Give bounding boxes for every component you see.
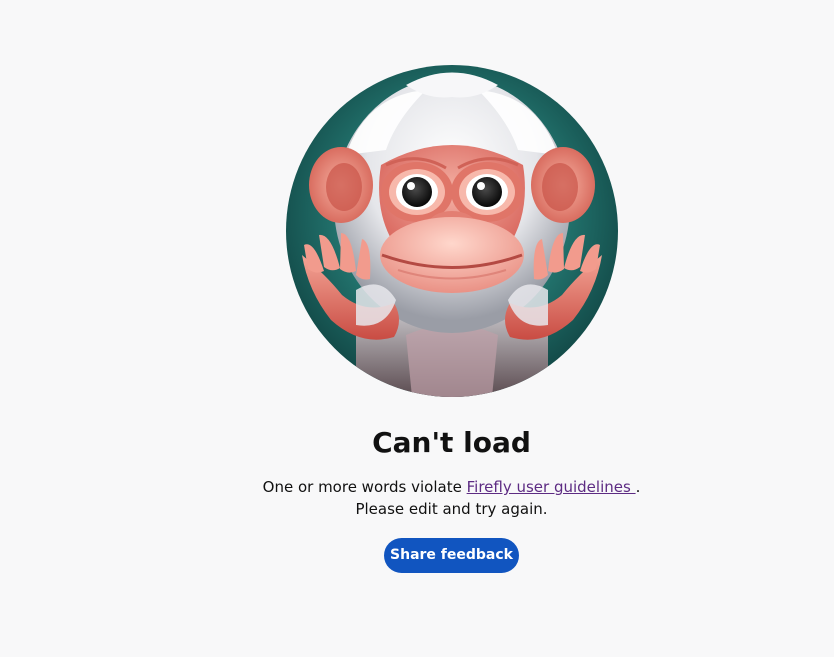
message-line-2: Please edit and try again. — [355, 500, 548, 518]
monkey-shrug-illustration — [286, 65, 618, 397]
share-feedback-button[interactable]: Share feedback — [384, 538, 519, 573]
error-title: Can't load — [372, 426, 531, 459]
message-prefix: One or more words violate — [262, 478, 467, 496]
error-message: One or more words violate Firefly user g… — [0, 476, 834, 520]
message-line-1: One or more words violate Firefly user g… — [0, 476, 834, 498]
message-suffix: . — [635, 478, 641, 496]
error-page: Can't load One or more words violate Fir… — [0, 0, 834, 657]
firefly-user-guidelines-link[interactable]: Firefly user guidelines — [467, 478, 636, 496]
